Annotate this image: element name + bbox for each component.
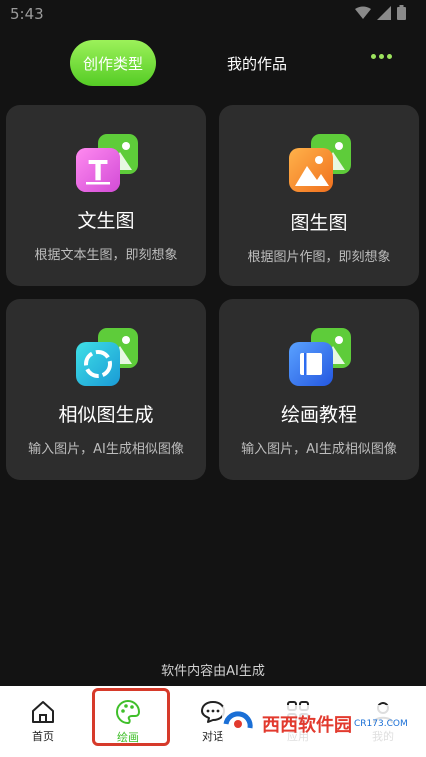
tab-bar: 创作类型 我的作品	[0, 40, 426, 86]
status-time: 5:43	[10, 5, 44, 23]
nav-item-home[interactable]: 首页	[18, 686, 68, 757]
tab-my-works[interactable]: 我的作品	[212, 40, 302, 86]
card-title: 相似图生成	[58, 404, 154, 426]
battery-icon	[397, 5, 406, 20]
card-desc: 根据图片作图，即刻想象	[247, 250, 391, 265]
watermark-logo: 西西软件园 CR173.COM	[222, 705, 412, 743]
tutorial-book-icon	[289, 328, 351, 386]
nav-label: 绘画	[117, 730, 139, 744]
wifi-icon	[355, 6, 371, 19]
nav-label: 对话	[202, 729, 224, 743]
status-icons	[355, 5, 406, 20]
tab-creation-types[interactable]: 创作类型	[70, 40, 156, 86]
status-bar: 5:43	[0, 0, 426, 32]
card-title: 图生图	[290, 212, 348, 234]
card-text-to-image[interactable]: T 文生图 根据文本生图，即刻想象	[6, 105, 206, 286]
signal-icon	[377, 5, 391, 20]
watermark-icon	[223, 711, 253, 729]
card-drawing-tutorial[interactable]: 绘画教程 输入图片，AI生成相似图像	[219, 299, 419, 480]
nav-label: 首页	[32, 729, 54, 743]
card-desc: 输入图片，AI生成相似图像	[241, 442, 397, 457]
watermark-brand: 西西软件园	[262, 715, 352, 736]
palette-icon	[116, 699, 141, 724]
more-icon[interactable]	[371, 54, 392, 59]
card-title: 文生图	[77, 210, 135, 232]
card-desc: 根据文本生图，即刻想象	[34, 248, 178, 263]
card-similar-image[interactable]: 相似图生成 输入图片，AI生成相似图像	[6, 299, 206, 480]
watermark-domain: CR173.COM	[354, 719, 408, 729]
card-title: 绘画教程	[280, 404, 357, 426]
nav-item-draw[interactable]: 绘画	[103, 686, 153, 757]
text-to-image-icon: T	[76, 134, 138, 192]
card-image-to-image[interactable]: 图生图 根据图片作图，即刻想象	[219, 105, 419, 286]
image-to-image-icon	[289, 134, 351, 192]
ai-disclaimer: 软件内容由AI生成	[161, 664, 265, 679]
home-icon	[32, 700, 54, 723]
similar-image-icon	[76, 328, 138, 386]
card-desc: 输入图片，AI生成相似图像	[28, 442, 184, 457]
